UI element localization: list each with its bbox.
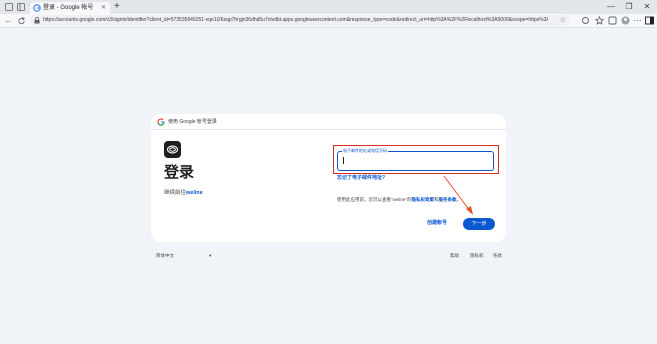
- more-menu-icon[interactable]: ⋯: [633, 16, 642, 26]
- weline-logo-icon: [166, 145, 179, 154]
- card-header-text: 使用 Google 帐号登录: [168, 119, 217, 125]
- favorites-icon[interactable]: [595, 16, 604, 25]
- tab-close-icon[interactable]: ✕: [101, 3, 106, 13]
- close-window-button[interactable]: ✕: [638, 0, 656, 14]
- google-logo-icon: [157, 118, 165, 126]
- refresh-page-icon[interactable]: [581, 16, 590, 25]
- workspaces-icon[interactable]: [5, 3, 13, 11]
- reload-icon[interactable]: [17, 16, 26, 26]
- subtitle: 继续前往weline: [164, 189, 203, 197]
- terms-text: 使用此应用前，您可以查看"weline"的隐私权政策和服务条款。: [337, 196, 497, 203]
- app-name-link[interactable]: weline: [186, 190, 203, 196]
- email-input[interactable]: 电子邮件地址或电话号码: [337, 148, 494, 171]
- terms-of-service-link[interactable]: 服务条款: [438, 197, 456, 202]
- forgot-email-link[interactable]: 忘记了电子邮件地址?: [337, 175, 385, 182]
- tab-actions-icon[interactable]: [17, 3, 25, 11]
- footer-help-link[interactable]: 帮助: [450, 253, 459, 259]
- sidebar-toggle-icon[interactable]: [645, 16, 654, 25]
- privacy-policy-link[interactable]: 隐私权政策: [411, 197, 434, 202]
- email-field-label: 电子邮件地址或电话号码: [342, 148, 388, 153]
- favorite-star-icon[interactable]: ☆: [560, 16, 566, 25]
- maximize-button[interactable]: ❐: [620, 0, 638, 14]
- profile-avatar-icon[interactable]: [621, 16, 630, 25]
- google-favicon-icon: [33, 4, 41, 12]
- browser-toolbar: ← https://accounts.google.com/v3/signin/…: [0, 14, 657, 28]
- card-header: 使用 Google 帐号登录: [151, 114, 506, 130]
- back-arrow-icon[interactable]: ←: [4, 16, 13, 26]
- text-caret: [343, 157, 344, 164]
- terms-prefix: 使用此应用前，您可以查看"weline"的: [337, 197, 412, 202]
- tab-title: 登录 - Google 帐号: [43, 5, 94, 11]
- minimize-button[interactable]: —: [602, 0, 620, 14]
- language-dropdown-icon[interactable]: ▾: [209, 253, 211, 259]
- url-text[interactable]: https://accounts.google.com/v3/signin/id…: [43, 16, 548, 25]
- tab-strip: 登录 - Google 帐号 ✕ + — ❐ ✕: [0, 0, 657, 14]
- tab-active[interactable]: 登录 - Google 帐号 ✕: [30, 2, 110, 14]
- subtitle-prefix: 继续前往: [164, 190, 187, 196]
- signin-card: 使用 Google 帐号登录 登录 继续前往weline 电子邮件地址或电话号码…: [151, 114, 506, 242]
- page-title: 登录: [164, 164, 195, 181]
- collections-icon[interactable]: [608, 16, 617, 25]
- next-button[interactable]: 下一步: [463, 218, 495, 230]
- new-tab-button[interactable]: +: [114, 1, 120, 12]
- weline-app-logo: [164, 141, 181, 158]
- footer-terms-link[interactable]: 条款: [493, 253, 502, 259]
- terms-suffix: 。: [456, 197, 461, 202]
- lock-icon[interactable]: [34, 17, 40, 24]
- footer-privacy-link[interactable]: 隐私权: [470, 253, 484, 259]
- create-account-button[interactable]: 创建帐号: [427, 220, 447, 227]
- address-bar[interactable]: https://accounts.google.com/v3/signin/id…: [30, 15, 570, 26]
- language-selector[interactable]: 简体中文: [156, 253, 174, 259]
